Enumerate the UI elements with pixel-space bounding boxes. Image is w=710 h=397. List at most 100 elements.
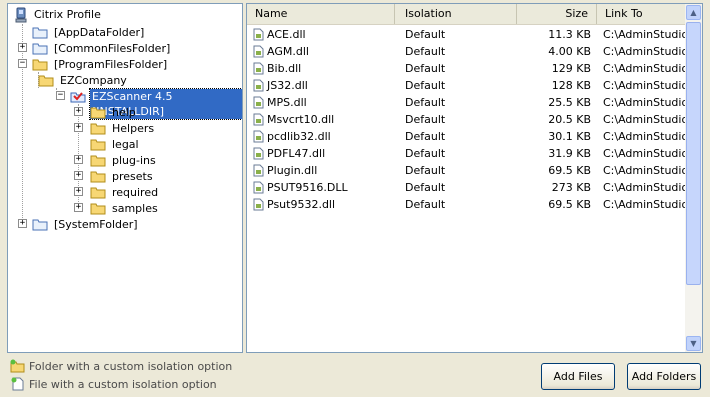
tree-expander[interactable]: − [18, 59, 27, 68]
file-row[interactable]: Plugin.dll Default 69.5 KB C:\AdminStudio S [247, 162, 687, 179]
folder-icon [32, 43, 48, 55]
tree-item-label[interactable]: samples [110, 201, 160, 216]
file-size: 31.9 KB [548, 147, 591, 160]
file-link-to: C:\AdminStudio S [603, 181, 687, 194]
file-name: AGM.dll [267, 44, 309, 58]
file-row[interactable]: Bib.dll Default 129 KB C:\AdminStudio S [247, 60, 687, 77]
tree-expander[interactable]: + [18, 43, 27, 52]
file-isolation: Default [405, 45, 446, 58]
tree-item-label[interactable]: [AppDataFolder] [52, 25, 146, 40]
folder-open-icon [32, 59, 48, 71]
folder-icon [90, 107, 106, 119]
file-link-to: C:\AdminStudio S [603, 198, 687, 211]
file-isolation: Default [405, 181, 446, 194]
installdir-folder-icon [70, 92, 86, 103]
legend-folder-text: Folder with a custom isolation option [29, 359, 233, 373]
folder-icon [90, 203, 106, 215]
folder-icon [90, 187, 106, 199]
file-list[interactable]: Name Isolation Size Link To ACE.dll Defau… [246, 3, 703, 353]
tree-expander[interactable]: − [56, 91, 65, 100]
vertical-scrollbar[interactable]: ▲ ▼ [685, 4, 702, 352]
tree-expander[interactable]: + [74, 203, 83, 212]
file-link-to: C:\AdminStudio S [603, 96, 687, 109]
folder-icon [90, 155, 106, 167]
file-row[interactable]: MPS.dll Default 25.5 KB C:\AdminStudio S [247, 94, 687, 111]
file-isolation: Default [405, 113, 446, 126]
file-name: pcdlib32.dll [267, 129, 331, 143]
folder-tree[interactable]: Citrix Profile [AppDataFolder] + [CommonFi… [7, 3, 243, 353]
file-name: Psut9532.dll [267, 197, 336, 211]
tree-item-label[interactable]: presets [110, 169, 155, 184]
tree-item-label[interactable]: help [110, 105, 138, 120]
tree-item-label[interactable]: required [110, 185, 160, 200]
file-link-to: C:\AdminStudio S [603, 28, 687, 41]
tree-expander[interactable]: + [74, 107, 83, 116]
scroll-down-button[interactable]: ▼ [686, 336, 701, 351]
file-size: 11.3 KB [548, 28, 591, 41]
tree-item-label[interactable]: [SystemFolder] [52, 217, 140, 232]
tree-expander[interactable]: + [74, 171, 83, 180]
dll-file-icon [253, 198, 264, 211]
tree-expander[interactable]: + [74, 187, 83, 196]
file-row[interactable]: Psut9532.dll Default 69.5 KB C:\AdminStudio… [247, 196, 687, 213]
file-name: PDFL47.dll [267, 146, 326, 160]
tree-item-label[interactable]: EZCompany [58, 73, 129, 88]
column-header-name[interactable]: Name [247, 4, 395, 24]
file-row[interactable]: PDFL47.dll Default 31.9 KB C:\AdminStudio S [247, 145, 687, 162]
scroll-thumb[interactable] [686, 22, 701, 285]
file-name: ACE.dll [267, 27, 306, 41]
file-isolation: Default [405, 198, 446, 211]
file-size: 20.5 KB [548, 113, 591, 126]
dll-file-icon [253, 79, 264, 92]
file-size: 25.5 KB [548, 96, 591, 109]
tree-item-label[interactable]: Helpers [110, 121, 156, 136]
dll-file-icon [253, 45, 264, 58]
file-isolation: Default [405, 130, 446, 143]
add-files-button[interactable]: Add Files [541, 363, 615, 390]
file-isolation: Default [405, 164, 446, 177]
file-size: 69.5 KB [548, 198, 591, 211]
file-link-to: C:\AdminStudio S [603, 79, 687, 92]
list-header: Name Isolation Size Link To [247, 4, 687, 25]
folder-open-icon [38, 75, 54, 87]
dll-file-icon [253, 62, 264, 75]
dll-file-icon [253, 130, 264, 143]
folder-icon [90, 123, 106, 135]
tree-expander[interactable]: + [18, 219, 27, 228]
file-link-to: C:\AdminStudio S [603, 45, 687, 58]
file-row[interactable]: PSUT9516.DLL Default 273 KB C:\AdminStudio … [247, 179, 687, 196]
column-header-isolation[interactable]: Isolation [395, 4, 517, 24]
file-name: Plugin.dll [267, 163, 318, 177]
column-header-size[interactable]: Size [517, 4, 597, 24]
folder-icon [90, 171, 106, 183]
file-size: 128 KB [551, 79, 591, 92]
file-name: MPS.dll [267, 95, 307, 109]
file-row[interactable]: ACE.dll Default 11.3 KB C:\AdminStudio S [247, 26, 687, 43]
file-name: Msvcrt10.dll [267, 112, 335, 126]
tree-item-label[interactable]: [ProgramFilesFolder] [52, 57, 169, 72]
legend-file-text: File with a custom isolation option [29, 377, 217, 391]
tree-expander[interactable]: + [74, 155, 83, 164]
tree-expander[interactable]: + [74, 123, 83, 132]
tree-item-label[interactable]: legal [110, 137, 141, 152]
tree-root-label[interactable]: Citrix Profile [32, 7, 103, 22]
file-row[interactable]: Msvcrt10.dll Default 20.5 KB C:\AdminStudio… [247, 111, 687, 128]
file-link-to: C:\AdminStudio S [603, 113, 687, 126]
custom-file-icon [11, 377, 24, 391]
file-size: 69.5 KB [548, 164, 591, 177]
tree-item-label[interactable]: plug-ins [110, 153, 158, 168]
column-header-link-to[interactable]: Link To [597, 4, 687, 24]
custom-folder-icon [10, 359, 25, 373]
file-row[interactable]: AGM.dll Default 4.00 KB C:\AdminStudio S [247, 43, 687, 60]
file-isolation: Default [405, 28, 446, 41]
scroll-up-button[interactable]: ▲ [686, 5, 701, 20]
file-row[interactable]: pcdlib32.dll Default 30.1 KB C:\AdminStudio… [247, 128, 687, 145]
file-link-to: C:\AdminStudio S [603, 147, 687, 160]
file-name: JS32.dll [267, 78, 308, 92]
file-size: 4.00 KB [548, 45, 591, 58]
tree-item-label[interactable]: [CommonFilesFolder] [52, 41, 172, 56]
file-row[interactable]: JS32.dll Default 128 KB C:\AdminStudio S [247, 77, 687, 94]
folder-icon [32, 27, 48, 39]
file-isolation: Default [405, 79, 446, 92]
add-folders-button[interactable]: Add Folders [627, 363, 701, 390]
